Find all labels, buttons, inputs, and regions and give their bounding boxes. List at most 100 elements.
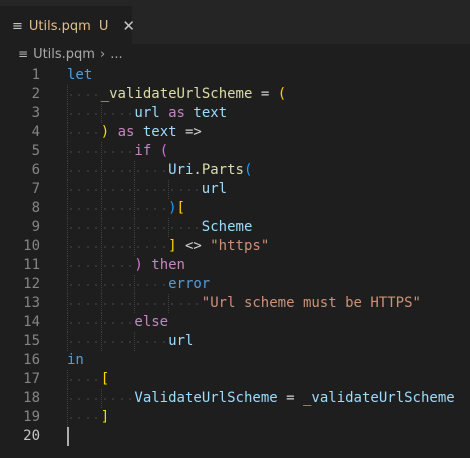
code-editor[interactable]: 1 let 2 _validateUrlScheme = (3 url as text 4…: [0, 64, 470, 458]
indent-guide: [134, 275, 136, 294]
breadcrumb-file[interactable]: Utils.pqm: [33, 47, 95, 62]
code-line[interactable]: 14 else: [0, 313, 470, 332]
code-token: <>: [176, 238, 211, 254]
whitespace-dot: [137, 170, 140, 172]
whitespace-dot: [86, 94, 89, 96]
whitespace-dot: [137, 284, 140, 286]
code-line[interactable]: 2 _validateUrlScheme = (: [0, 85, 470, 104]
code-line[interactable]: 16 in: [0, 351, 470, 370]
code-text: [: [101, 370, 109, 389]
breadcrumb-symbols[interactable]: ...: [110, 47, 122, 62]
code-token: text: [142, 124, 177, 140]
whitespace-dot: [70, 189, 72, 191]
whitespace-dot: [78, 170, 81, 172]
whitespace-dot: [145, 227, 148, 229]
indent-guide: [100, 256, 102, 275]
whitespace-dot: [70, 170, 72, 172]
whitespace-dot: [128, 208, 131, 210]
whitespace-dot: [78, 246, 81, 248]
whitespace-dot: [179, 189, 182, 191]
indent-guide: [100, 142, 102, 161]
code-line[interactable]: 6 Uri.Parts(: [0, 161, 470, 180]
code-text: in: [67, 351, 84, 370]
code-line[interactable]: 17 [: [0, 370, 470, 389]
whitespace-dot: [95, 94, 98, 96]
whitespace-dot: [196, 227, 199, 229]
tab-bar: ≡ Utils.pqm U ✕: [0, 0, 470, 45]
code-line[interactable]: 18 ValidateUrlScheme = _validateUrlScheme: [0, 389, 470, 408]
code-text: ValidateUrlScheme = _validateUrlScheme: [134, 389, 454, 408]
code-token: =>: [176, 124, 202, 140]
code-line[interactable]: 8)[: [0, 199, 470, 218]
code-text: ) then: [134, 256, 185, 275]
indent-guide: [67, 332, 68, 351]
code-line[interactable]: 11) then: [0, 256, 470, 275]
code-line[interactable]: 5 if (: [0, 142, 470, 161]
code-line[interactable]: 19]: [0, 408, 470, 427]
code-line[interactable]: 12 error: [0, 275, 470, 294]
whitespace-dot: [78, 322, 81, 324]
code-line[interactable]: 4) as text =>: [0, 123, 470, 142]
whitespace-dot: [95, 284, 98, 286]
whitespace-dot: [70, 284, 72, 286]
whitespace-dot: [86, 417, 89, 419]
whitespace-dot: [128, 398, 131, 400]
whitespace-dot: [128, 170, 131, 172]
whitespace-dot: [187, 303, 190, 305]
whitespace-dot: [112, 151, 115, 153]
whitespace-dot: [103, 189, 106, 191]
code-line[interactable]: 15 url: [0, 332, 470, 351]
code-text: "Url scheme must be HTTPS": [202, 294, 421, 313]
code-line[interactable]: 9 Scheme: [0, 218, 470, 237]
whitespace-dot: [112, 170, 115, 172]
code-line[interactable]: 13 "Url scheme must be HTTPS": [0, 294, 470, 313]
code-line[interactable]: 1 let: [0, 66, 470, 85]
code-token: _validateUrlScheme: [302, 390, 455, 406]
whitespace-dot: [78, 265, 81, 267]
whitespace-dot: [196, 189, 199, 191]
whitespace-dot: [86, 322, 89, 324]
close-icon[interactable]: ✕: [122, 17, 135, 35]
whitespace-dot: [145, 246, 148, 248]
whitespace-dot: [120, 151, 123, 153]
whitespace-dot: [137, 208, 140, 210]
code-line[interactable]: 7 url: [0, 180, 470, 199]
code-line[interactable]: 3 url as text: [0, 104, 470, 123]
code-token: (: [159, 143, 169, 159]
whitespace-dot: [95, 322, 98, 324]
code-text: url: [168, 332, 193, 351]
whitespace-dot: [154, 284, 157, 286]
whitespace-dot: [145, 303, 148, 305]
code-text: ) as text =>: [101, 123, 202, 142]
menu-lines-icon: ≡: [12, 18, 23, 34]
whitespace-dot: [171, 227, 174, 229]
whitespace-dot: [95, 246, 98, 248]
whitespace-dot: [145, 170, 148, 172]
line-number: 14: [23, 314, 40, 330]
code-line[interactable]: 10] <> "https": [0, 237, 470, 256]
indent-guide: [100, 104, 102, 123]
code-token: text: [193, 105, 228, 121]
untracked-badge: U: [98, 18, 109, 34]
code-line[interactable]: 20: [0, 427, 470, 446]
whitespace-dot: [86, 379, 89, 381]
indent-guide: [100, 332, 102, 351]
whitespace-dot: [78, 208, 81, 210]
whitespace-dot: [128, 151, 131, 153]
code-text: Scheme: [202, 218, 253, 237]
tab-utils-pqm[interactable]: ≡ Utils.pqm U ✕: [0, 6, 135, 45]
indent-guide: [67, 199, 68, 218]
indent-guide: [67, 408, 68, 427]
whitespace-dot: [78, 94, 81, 96]
whitespace-dot: [128, 303, 131, 305]
whitespace-dot: [162, 246, 165, 248]
whitespace-dot: [86, 284, 89, 286]
indent-guide: [100, 294, 102, 313]
whitespace-dot: [112, 208, 115, 210]
whitespace-dot: [70, 303, 72, 305]
whitespace-dot: [70, 322, 72, 324]
whitespace-dot: [103, 398, 106, 400]
line-number: 17: [23, 371, 40, 387]
indent-guide: [134, 161, 136, 180]
